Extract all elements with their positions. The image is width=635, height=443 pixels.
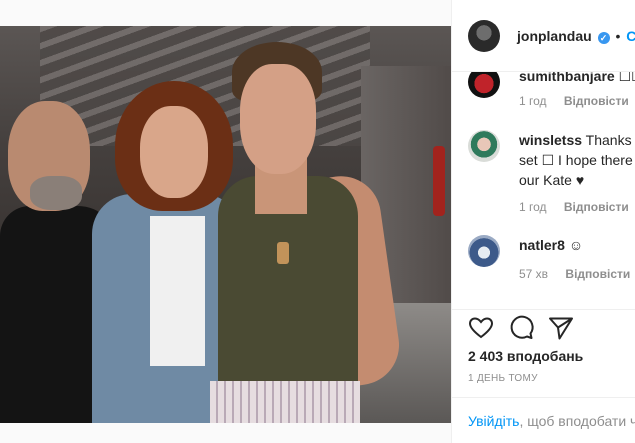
comment-text-line: our Kate ♥ xyxy=(519,172,585,188)
author-username[interactable]: jonplandau xyxy=(517,28,592,44)
follow-button[interactable]: Стежити xyxy=(626,28,635,44)
post-actions: 2 403 вподобань 1 ДЕНЬ ТОМУ xyxy=(452,309,635,397)
reply-button[interactable]: Відповісти xyxy=(564,200,629,214)
person-middle-head xyxy=(140,106,208,198)
author-line: jonplandau ✓ • Стежити xyxy=(517,28,635,44)
login-prompt-text: , щоб вподобати ч xyxy=(519,413,635,429)
comment-text: ☐☐ xyxy=(618,72,635,84)
comment-username[interactable]: natler8 xyxy=(519,237,565,253)
login-prompt: Увійдіть, щоб вподобати ч xyxy=(452,397,635,443)
reply-button[interactable]: Відповісти xyxy=(565,267,630,281)
comment-time[interactable]: 1 год xyxy=(519,94,547,108)
person-right-shorts xyxy=(210,381,360,423)
author-avatar[interactable] xyxy=(468,20,500,52)
post-timestamp[interactable]: 1 ДЕНЬ ТОМУ xyxy=(468,373,538,384)
comment-meta: 57 хв Відповісти xyxy=(519,267,630,281)
comments-list[interactable]: sumithbanjare ☐☐ 1 год Відповісти winsle… xyxy=(452,72,635,309)
comment-text: Thanks fo xyxy=(585,132,635,148)
comment-body: sumithbanjare ☐☐ xyxy=(519,72,635,86)
heart-icon[interactable] xyxy=(467,314,495,342)
dog-tag xyxy=(277,242,289,264)
commenter-avatar[interactable] xyxy=(468,130,500,162)
commenter-avatar[interactable] xyxy=(468,235,500,267)
comment-meta: 1 год Відповісти xyxy=(519,200,629,214)
verified-badge-icon: ✓ xyxy=(597,32,610,44)
follow-separator: • xyxy=(615,28,621,44)
comment-text: ☺ xyxy=(568,237,584,253)
comment-text-line: set ☐ I hope there a xyxy=(519,152,635,168)
share-icon[interactable] xyxy=(547,314,575,342)
commenter-avatar[interactable] xyxy=(468,72,500,98)
comment-body: natler8 ☺ xyxy=(519,235,635,255)
person-middle-shirt xyxy=(150,216,205,366)
likes-count[interactable]: 2 403 вподобань xyxy=(468,348,583,364)
reply-button[interactable]: Відповісти xyxy=(564,94,629,108)
comment-time[interactable]: 57 хв xyxy=(519,267,548,281)
comment-meta: 1 год Відповісти xyxy=(519,94,629,108)
comment-username[interactable]: sumithbanjare xyxy=(519,72,615,84)
comment-time[interactable]: 1 год xyxy=(519,200,547,214)
post-side-panel: jonplandau ✓ • Стежити sumithbanjare ☐☐ … xyxy=(451,0,635,443)
comment-body: winsletss Thanks fo set ☐ I hope there a… xyxy=(519,130,635,190)
comment-username[interactable]: winsletss xyxy=(519,132,582,148)
person-left-beard xyxy=(30,176,82,210)
post-header: jonplandau ✓ • Стежити xyxy=(452,0,635,72)
post-photo-area xyxy=(0,0,451,443)
post-image[interactable] xyxy=(0,26,451,423)
person-right-head xyxy=(240,64,316,174)
login-link[interactable]: Увійдіть xyxy=(468,413,519,429)
comment-icon[interactable] xyxy=(507,314,535,342)
fire-extinguisher xyxy=(433,146,445,216)
